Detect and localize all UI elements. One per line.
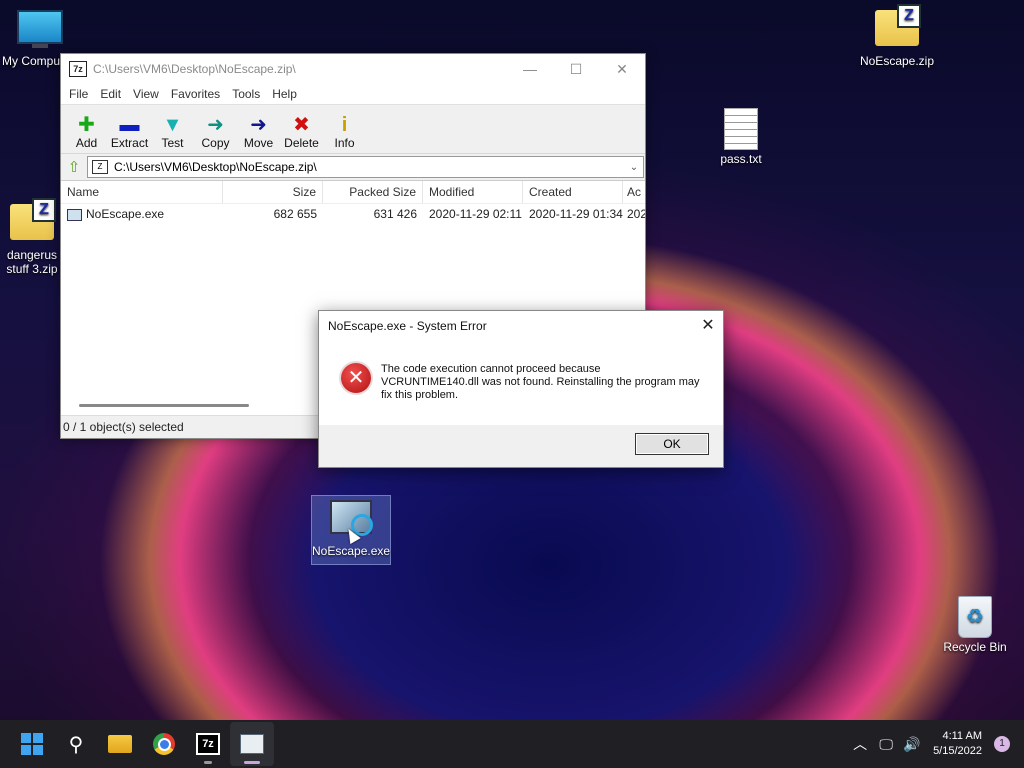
- desktop-icon-label-line1: dangerus: [6, 248, 58, 262]
- menu-edit[interactable]: Edit: [94, 87, 127, 101]
- info-button[interactable]: i Info: [323, 114, 366, 153]
- close-icon[interactable]: ✕: [693, 311, 723, 341]
- column-created[interactable]: Created: [523, 181, 623, 203]
- address-text: C:\Users\VM6\Desktop\NoEscape.zip\: [114, 160, 317, 174]
- close-button[interactable]: ✕: [599, 54, 645, 84]
- chrome-icon: [153, 733, 175, 755]
- title-bar[interactable]: 7z C:\Users\VM6\Desktop\NoEscape.zip\ — …: [61, 54, 645, 84]
- column-accessed[interactable]: Ac: [623, 181, 645, 203]
- address-bar: ⇧ Z C:\Users\VM6\Desktop\NoEscape.zip\ ⌄: [61, 154, 645, 181]
- error-icon: ✕: [341, 363, 371, 393]
- taskbar: ⚲ 7z ︿ 🖵 🔊 4:11 AM 5/15/2022 1: [0, 720, 1024, 768]
- desktop-icon-label: pass.txt: [720, 152, 762, 166]
- maximize-button[interactable]: ☐: [553, 54, 599, 84]
- menu-bar: File Edit View Favorites Tools Help: [61, 84, 645, 104]
- minus-icon: ▬: [119, 114, 140, 136]
- column-packed-size[interactable]: Packed Size: [323, 181, 423, 203]
- zip-folder-icon: Z: [8, 198, 56, 244]
- plus-icon: ✚: [78, 114, 95, 136]
- file-modified: 2020-11-29 02:11: [429, 207, 522, 221]
- add-button[interactable]: ✚ Add: [65, 114, 108, 153]
- test-button[interactable]: ▼ Test: [151, 114, 194, 153]
- chevron-down-icon[interactable]: ⌄: [625, 162, 643, 173]
- search-button[interactable]: ⚲: [54, 722, 98, 766]
- network-icon[interactable]: 🖵: [873, 736, 899, 753]
- notification-badge[interactable]: 1: [994, 736, 1010, 752]
- extract-button[interactable]: ▬ Extract: [108, 114, 151, 153]
- arrow-right-icon: ➜: [250, 114, 267, 136]
- file-created: 2020-11-29 01:34: [529, 207, 623, 221]
- desktop-icon-label: NoEscape.zip: [859, 54, 935, 68]
- info-icon: i: [341, 114, 348, 136]
- dialog-title: NoEscape.exe - System Error: [328, 319, 487, 333]
- file-packed-size: 631 426: [373, 207, 417, 221]
- desktop-icon-pass-txt[interactable]: pass.txt: [701, 108, 781, 166]
- desktop-icon-label: NoEscape.exe: [312, 544, 391, 558]
- menu-favorites[interactable]: Favorites: [165, 87, 226, 101]
- exe-small-icon: [67, 208, 82, 221]
- delete-button[interactable]: ✖ Delete: [280, 114, 323, 153]
- x-icon: ✖: [293, 114, 310, 136]
- menu-view[interactable]: View: [127, 87, 165, 101]
- file-accessed: 202: [627, 207, 645, 221]
- file-row[interactable]: NoEscape.exe 682 655 631 426 2020-11-29 …: [61, 204, 645, 224]
- column-name[interactable]: Name: [61, 181, 223, 203]
- column-modified[interactable]: Modified: [423, 181, 523, 203]
- 7zip-taskbar-button[interactable]: 7z: [186, 722, 230, 766]
- toolbar: ✚ Add ▬ Extract ▼ Test ➜ Copy ➜ Move ✖ Delete …: [61, 104, 645, 154]
- menu-help[interactable]: Help: [266, 87, 303, 101]
- chevron-up-icon[interactable]: ︿: [847, 734, 873, 754]
- desktop-icon-noescape-zip[interactable]: Z NoEscape.zip: [857, 4, 937, 68]
- system-error-dialog: NoEscape.exe - System Error ✕ ✕ The code…: [318, 310, 724, 468]
- volume-icon[interactable]: 🔊: [899, 736, 925, 753]
- start-icon: [21, 733, 43, 755]
- desktop-icon-recycle-bin[interactable]: ♻ Recycle Bin: [935, 596, 1015, 654]
- folder-up-icon[interactable]: ⇧: [61, 158, 87, 176]
- desktop-icon-label-line2: stuff 3.zip: [6, 262, 58, 276]
- desktop-icon-label: Recycle Bin: [943, 640, 1007, 654]
- zip-folder-icon: Z: [873, 4, 921, 50]
- clock[interactable]: 4:11 AM 5/15/2022: [925, 729, 994, 759]
- noescape-taskbar-button[interactable]: [230, 722, 274, 766]
- chrome-button[interactable]: [142, 722, 186, 766]
- recycle-bin-icon: ♻: [951, 596, 999, 638]
- noescape-app-icon: [240, 734, 264, 754]
- dialog-title-bar[interactable]: NoEscape.exe - System Error ✕: [319, 311, 723, 341]
- clock-time: 4:11 AM: [942, 730, 982, 742]
- file-explorer-icon: [108, 735, 132, 753]
- clock-date: 5/15/2022: [933, 745, 982, 757]
- computer-icon: [16, 10, 64, 50]
- minimize-button[interactable]: —: [507, 54, 553, 84]
- start-button[interactable]: [10, 722, 54, 766]
- address-field[interactable]: Z C:\Users\VM6\Desktop\NoEscape.zip\ ⌄: [87, 156, 644, 178]
- column-size[interactable]: Size: [223, 181, 323, 203]
- file-name: NoEscape.exe: [86, 207, 165, 221]
- zip-small-icon: Z: [92, 160, 108, 174]
- menu-file[interactable]: File: [63, 87, 94, 101]
- list-header: Name Size Packed Size Modified Created A…: [61, 181, 645, 204]
- desktop-icon-dangerus-zip[interactable]: Z dangerus stuff 3.zip: [0, 198, 64, 276]
- dialog-message: The code execution cannot proceed becaus…: [381, 363, 700, 401]
- horizontal-scrollbar[interactable]: [79, 404, 249, 407]
- copy-button[interactable]: ➜ Copy: [194, 114, 237, 153]
- system-tray: ︿ 🖵 🔊 4:11 AM 5/15/2022 1: [847, 720, 1024, 768]
- search-icon: ⚲: [68, 733, 84, 756]
- 7zip-app-icon: 7z: [69, 61, 87, 77]
- move-button[interactable]: ➜ Move: [237, 114, 280, 153]
- menu-tools[interactable]: Tools: [226, 87, 266, 101]
- text-file-icon: [717, 108, 765, 150]
- file-explorer-button[interactable]: [98, 722, 142, 766]
- 7zip-icon: 7z: [196, 733, 220, 755]
- file-size: 682 655: [273, 207, 317, 221]
- arrow-right-icon: ➜: [207, 114, 224, 136]
- ok-button[interactable]: OK: [635, 433, 709, 455]
- check-icon: ▼: [162, 114, 183, 136]
- window-title: C:\Users\VM6\Desktop\NoEscape.zip\: [93, 62, 296, 76]
